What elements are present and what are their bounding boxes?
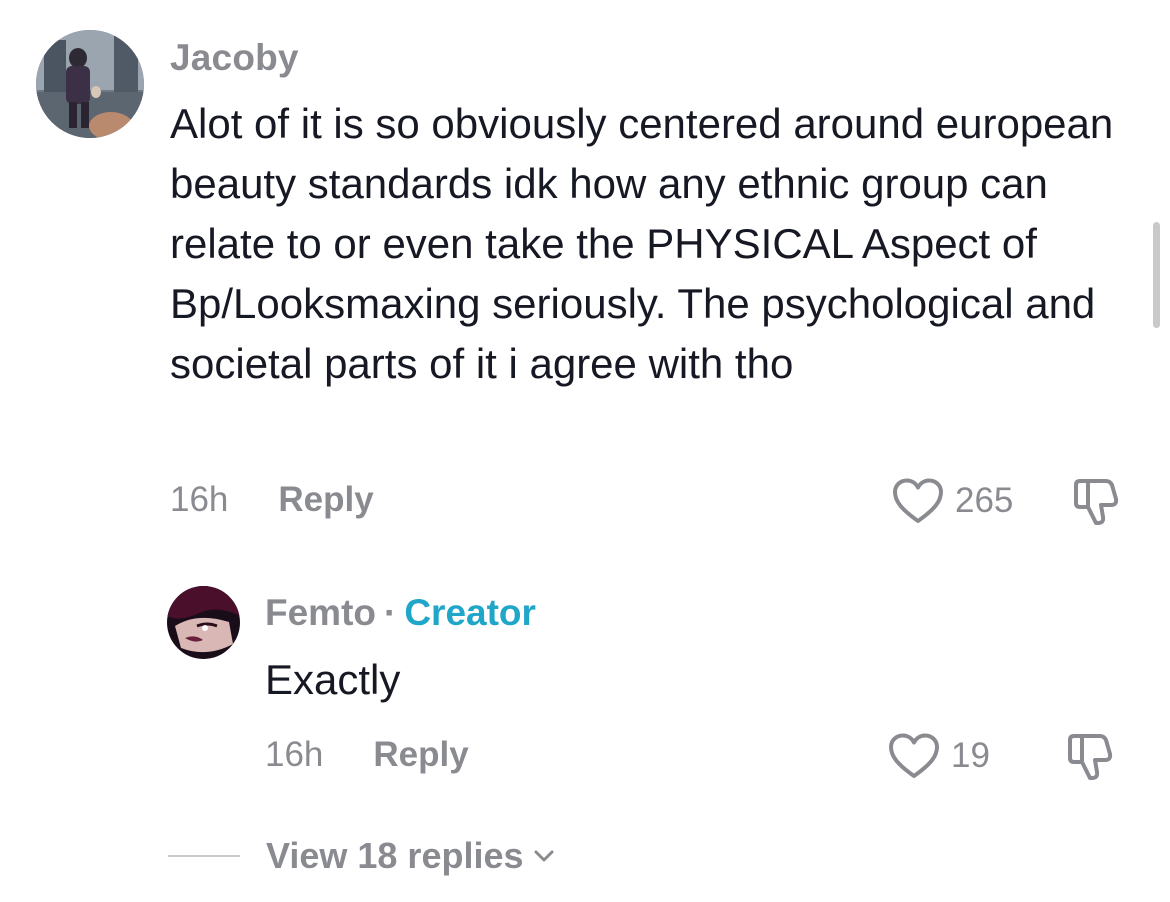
like-button[interactable]: 19: [887, 732, 990, 780]
comment-timestamp: 16h: [265, 735, 324, 774]
comment-text: Alot of it is so obviously centered arou…: [170, 100, 1114, 387]
comment-text: Exactly: [265, 656, 401, 703]
reply-button[interactable]: Reply: [278, 480, 373, 519]
creator-badge: Creator: [404, 592, 536, 633]
reply-button[interactable]: Reply: [373, 735, 468, 774]
dislike-button[interactable]: [1064, 728, 1120, 784]
comment-meta: 16h Reply: [170, 480, 374, 520]
thumbs-down-icon: [1074, 479, 1119, 525]
comment-username[interactable]: Femto: [265, 592, 376, 633]
like-count: 265: [955, 481, 1014, 520]
avatar[interactable]: [167, 586, 240, 659]
scrollbar[interactable]: [1153, 222, 1160, 328]
comment-timestamp: 16h: [170, 480, 229, 519]
comment-username[interactable]: Jacoby: [170, 37, 299, 79]
thumbs-down-icon: [1068, 734, 1113, 780]
divider-line: [168, 855, 240, 857]
chevron-down-icon: [534, 850, 554, 862]
view-replies-label: View 18 replies: [266, 835, 524, 876]
comment-meta: 16h Reply: [265, 735, 469, 775]
heart-outline-icon: [893, 478, 943, 523]
separator-dot: ·: [384, 592, 397, 633]
like-count: 19: [951, 736, 990, 775]
reply-header: Femto · Creator: [265, 592, 536, 634]
heart-outline-icon: [889, 733, 939, 778]
view-replies-button[interactable]: View 18 replies: [168, 835, 558, 877]
dislike-button[interactable]: [1070, 473, 1126, 529]
avatar[interactable]: [36, 30, 144, 138]
like-button[interactable]: 265: [891, 477, 1013, 525]
